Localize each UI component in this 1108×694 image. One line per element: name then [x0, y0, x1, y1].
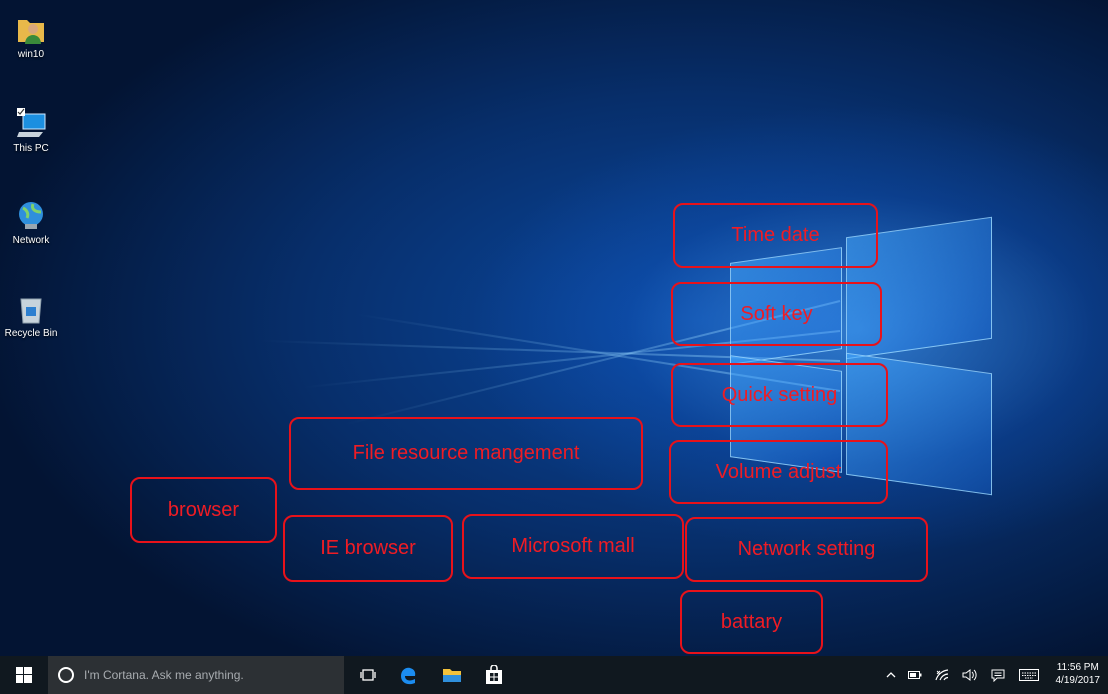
edge-button[interactable]	[390, 656, 426, 694]
annotation-file-resource: File resource mangement	[289, 417, 643, 490]
start-button[interactable]	[0, 656, 48, 694]
annotation-soft-key: Soft key	[671, 282, 882, 346]
network-icon	[15, 200, 47, 232]
desktop-icon-label: This PC	[13, 143, 49, 154]
chevron-up-icon[interactable]	[880, 656, 902, 694]
file-explorer-button[interactable]	[434, 656, 470, 694]
annotation-battary: battary	[680, 590, 823, 654]
annotation-volume-adjust: Volume adjust	[669, 440, 888, 504]
edge-icon	[401, 667, 416, 685]
clock-time: 11:56 PM	[1056, 662, 1099, 673]
annotation-browser: browser	[130, 477, 277, 543]
annotation-time-date: Time date	[673, 203, 878, 268]
desktop-icon-recycle-bin[interactable]: Recycle Bin	[5, 293, 57, 339]
volume-icon[interactable]	[958, 656, 982, 694]
battery-icon[interactable]	[904, 656, 926, 694]
desktop-icon-label: Recycle Bin	[4, 328, 58, 339]
file-explorer-icon	[443, 669, 461, 682]
store-icon	[486, 665, 502, 684]
task-view-icon	[360, 669, 376, 681]
clock[interactable]: 11:56 PM 4/19/2017	[1056, 661, 1101, 687]
search-placeholder: I'm Cortana. Ask me anything.	[84, 668, 244, 682]
keyboard-icon[interactable]	[1014, 656, 1044, 694]
wifi-icon[interactable]	[930, 656, 954, 694]
desktop-icon-label: win10	[17, 49, 45, 60]
taskbar: I'm Cortana. Ask me anything. 11:56 PM 4…	[0, 656, 1108, 694]
clock-date: 4/19/2017	[1055, 675, 1101, 686]
desktop-icon-label: Network	[12, 235, 50, 246]
desktop-icon-this-pc[interactable]: This PC	[8, 108, 54, 154]
action-center-icon[interactable]	[986, 656, 1010, 694]
annotation-microsoft-mall: Microsoft mall	[462, 514, 684, 579]
recycle-bin-icon	[15, 293, 47, 325]
desktop-icon-win10[interactable]: win10	[8, 14, 54, 60]
store-button[interactable]	[476, 656, 512, 694]
annotation-network-setting: Network setting	[685, 517, 928, 582]
annotation-ie-browser: IE browser	[283, 515, 453, 582]
task-view-button[interactable]	[352, 656, 384, 694]
computer-icon	[15, 108, 47, 140]
windows-start-icon	[16, 667, 32, 683]
desktop: win10 This PC Network Recycle Bin Time d…	[0, 0, 1108, 656]
desktop-icon-network[interactable]: Network	[8, 200, 54, 246]
cortana-search-box[interactable]: I'm Cortana. Ask me anything.	[48, 656, 344, 694]
cortana-icon	[58, 667, 74, 683]
annotation-quick-setting: Quick setting	[671, 363, 888, 427]
user-folder-icon	[15, 14, 47, 46]
